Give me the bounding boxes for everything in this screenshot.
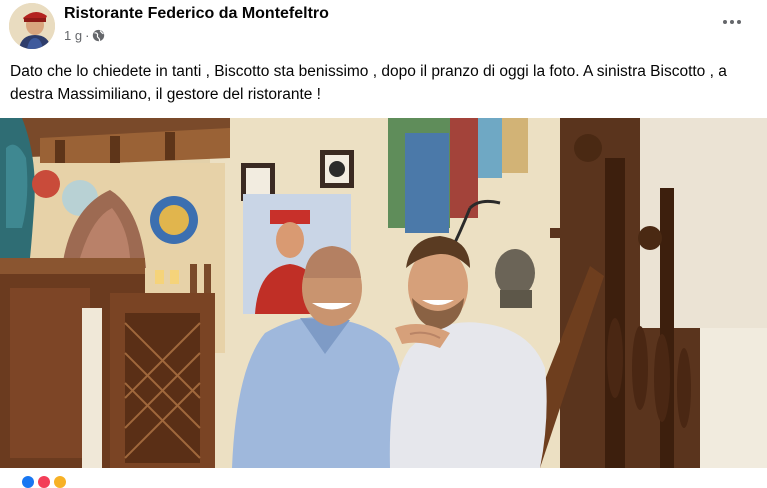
more-options-icon[interactable]	[719, 12, 745, 32]
reaction-icons[interactable]	[22, 476, 66, 488]
post-caption: Dato che lo chiedete in tanti , Biscotto…	[10, 63, 727, 103]
photo-scene	[0, 118, 767, 468]
post-header: Ristorante Federico da Montefeltro 1 g ·	[0, 0, 767, 52]
post-meta: 1 g ·	[64, 28, 105, 43]
like-reaction-icon	[22, 476, 34, 488]
post-photo[interactable]	[0, 118, 767, 468]
post-time[interactable]: 1 g	[64, 28, 82, 43]
love-reaction-icon	[38, 476, 50, 488]
globe-icon[interactable]	[92, 29, 105, 42]
meta-separator: ·	[85, 28, 90, 43]
page-name[interactable]: Ristorante Federico da Montefeltro	[64, 5, 329, 23]
page-avatar[interactable]	[9, 3, 55, 49]
avatar-portrait-icon	[9, 3, 55, 49]
haha-reaction-icon	[54, 476, 66, 488]
